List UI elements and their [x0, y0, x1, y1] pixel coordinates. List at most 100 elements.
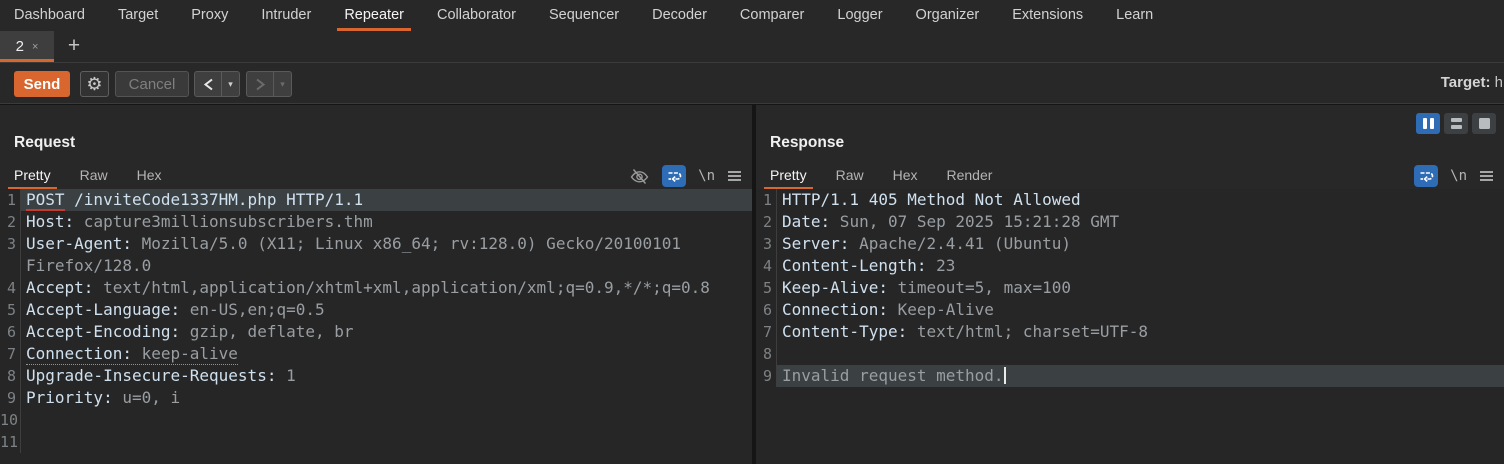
- code-text[interactable]: Content-Type: text/html; charset=UTF-8: [777, 321, 1504, 343]
- line-number: 5: [0, 299, 21, 321]
- code-text[interactable]: Connection: keep-alive: [21, 343, 752, 365]
- line-number: 7: [756, 321, 777, 343]
- hide-nonprinting-eye-icon[interactable]: [629, 168, 650, 185]
- code-text[interactable]: Host: capture3millionsubscribers.thm: [21, 211, 752, 233]
- editor-menu-icon[interactable]: [1479, 170, 1494, 182]
- code-text[interactable]: [21, 431, 752, 453]
- target-info: Target: h: [1441, 74, 1503, 91]
- tab-close-icon[interactable]: ×: [32, 41, 38, 53]
- menu-item-extensions[interactable]: Extensions: [1012, 0, 1083, 31]
- code-text[interactable]: Content-Length: 23: [777, 255, 1504, 277]
- menu-item-organizer[interactable]: Organizer: [916, 0, 980, 31]
- code-text[interactable]: Accept: text/html,application/xhtml+xml,…: [21, 277, 752, 299]
- word-wrap-icon[interactable]: [1414, 165, 1438, 187]
- request-tab-raw[interactable]: Raw: [74, 164, 114, 189]
- request-editor[interactable]: 1POST /inviteCode1337HM.php HTTP/1.12Hos…: [0, 189, 752, 464]
- editor-line: 1POST /inviteCode1337HM.php HTTP/1.1: [0, 189, 752, 211]
- editor-line: 8Upgrade-Insecure-Requests: 1: [0, 365, 752, 387]
- token: text/html; charset=UTF-8: [907, 322, 1148, 341]
- back-dropdown-icon[interactable]: ▾: [222, 72, 239, 96]
- token: capture3millionsubscribers.thm: [74, 212, 373, 231]
- single-pane-layout-icon[interactable]: [1472, 113, 1496, 134]
- settings-gear-icon[interactable]: ⚙: [80, 71, 109, 97]
- request-tab-hex[interactable]: Hex: [131, 164, 168, 189]
- line-number: 11: [0, 431, 21, 453]
- line-number: 2: [756, 211, 777, 233]
- code-text[interactable]: Keep-Alive: timeout=5, max=100: [777, 277, 1504, 299]
- menu-item-repeater[interactable]: Repeater: [344, 0, 404, 31]
- code-text[interactable]: Accept-Language: en-US,en;q=0.5: [21, 299, 752, 321]
- cancel-button[interactable]: Cancel: [115, 71, 189, 97]
- code-text[interactable]: Firefox/128.0: [21, 255, 752, 277]
- back-button[interactable]: ▾: [194, 71, 240, 97]
- response-tab-render[interactable]: Render: [941, 164, 999, 189]
- newline-toggle-icon[interactable]: \n: [1450, 168, 1467, 184]
- token: Server:: [782, 234, 849, 253]
- response-panel: Response Pretty Raw Hex Render \n 1HTTP/1.1…: [756, 105, 1504, 464]
- line-number: 9: [0, 387, 21, 409]
- token: Keep-Alive: [888, 300, 994, 319]
- forward-button[interactable]: ▾: [246, 71, 292, 97]
- chevron-left-icon[interactable]: [195, 72, 221, 96]
- response-tab-raw[interactable]: Raw: [830, 164, 870, 189]
- menu-item-proxy[interactable]: Proxy: [191, 0, 228, 31]
- response-editor-icons: \n: [1414, 163, 1494, 189]
- code-text[interactable]: User-Agent: Mozilla/5.0 (X11; Linux x86_…: [21, 233, 752, 255]
- editor-line: 3User-Agent: Mozilla/5.0 (X11; Linux x86…: [0, 233, 752, 255]
- token: Keep-Alive:: [782, 278, 888, 297]
- code-text[interactable]: Upgrade-Insecure-Requests: 1: [21, 365, 752, 387]
- word-wrap-icon[interactable]: [662, 165, 686, 187]
- token: Host:: [26, 212, 74, 231]
- token: Firefox/128.0: [26, 256, 151, 275]
- menu-item-decoder[interactable]: Decoder: [652, 0, 707, 31]
- code-text[interactable]: [777, 343, 1504, 365]
- code-text[interactable]: Accept-Encoding: gzip, deflate, br: [21, 321, 752, 343]
- menu-item-comparer[interactable]: Comparer: [740, 0, 804, 31]
- editor-line: Firefox/128.0: [0, 255, 752, 277]
- menu-item-collaborator[interactable]: Collaborator: [437, 0, 516, 31]
- code-text[interactable]: Date: Sun, 07 Sep 2025 15:21:28 GMT: [777, 211, 1504, 233]
- code-text[interactable]: Priority: u=0, i: [21, 387, 752, 409]
- menu-item-learn[interactable]: Learn: [1116, 0, 1153, 31]
- code-text[interactable]: [21, 409, 752, 431]
- request-tab-pretty[interactable]: Pretty: [8, 164, 57, 189]
- response-tab-pretty[interactable]: Pretty: [764, 164, 813, 189]
- response-tab-hex[interactable]: Hex: [887, 164, 924, 189]
- request-editor-icons: \n: [629, 163, 742, 189]
- response-editor[interactable]: 1HTTP/1.1 405 Method Not Allowed2Date: S…: [756, 189, 1504, 464]
- token: timeout=5, max=100: [888, 278, 1071, 297]
- editor-line: 5Accept-Language: en-US,en;q=0.5: [0, 299, 752, 321]
- menu-item-dashboard[interactable]: Dashboard: [14, 0, 85, 31]
- token: HTTP/1.1 405 Method Not Allowed: [782, 190, 1081, 209]
- menu-item-intruder[interactable]: Intruder: [261, 0, 311, 31]
- editor-line: 1HTTP/1.1 405 Method Not Allowed: [756, 189, 1504, 211]
- repeater-tab-2[interactable]: 2 ×: [0, 31, 54, 62]
- code-text[interactable]: Connection: Keep-Alive: [777, 299, 1504, 321]
- token: keep-alive: [132, 344, 238, 363]
- code-text[interactable]: Invalid request method.: [777, 365, 1504, 387]
- forward-dropdown-icon[interactable]: ▾: [274, 72, 291, 96]
- response-title: Response: [770, 134, 844, 152]
- token: Priority:: [26, 388, 113, 407]
- code-text[interactable]: POST /inviteCode1337HM.php HTTP/1.1: [21, 189, 752, 211]
- send-button[interactable]: Send: [14, 71, 70, 97]
- menu-item-logger[interactable]: Logger: [837, 0, 882, 31]
- method-token-error-underline: POST: [26, 190, 65, 211]
- token: Accept:: [26, 278, 93, 297]
- code-text[interactable]: Server: Apache/2.4.41 (Ubuntu): [777, 233, 1504, 255]
- line-number: 3: [756, 233, 777, 255]
- rows-layout-icon[interactable]: [1444, 113, 1468, 134]
- editor-menu-icon[interactable]: [727, 170, 742, 182]
- code-text[interactable]: HTTP/1.1 405 Method Not Allowed: [777, 189, 1504, 211]
- editor-line: 8: [756, 343, 1504, 365]
- columns-layout-icon[interactable]: [1416, 113, 1440, 134]
- token: 23: [927, 256, 956, 275]
- new-tab-button[interactable]: +: [54, 31, 94, 62]
- menu-item-target[interactable]: Target: [118, 0, 158, 31]
- line-number: 6: [756, 299, 777, 321]
- token: Connection:: [782, 300, 888, 319]
- menu-item-sequencer[interactable]: Sequencer: [549, 0, 619, 31]
- chevron-right-icon[interactable]: [247, 72, 273, 96]
- editor-line: 2Date: Sun, 07 Sep 2025 15:21:28 GMT: [756, 211, 1504, 233]
- newline-toggle-icon[interactable]: \n: [698, 168, 715, 184]
